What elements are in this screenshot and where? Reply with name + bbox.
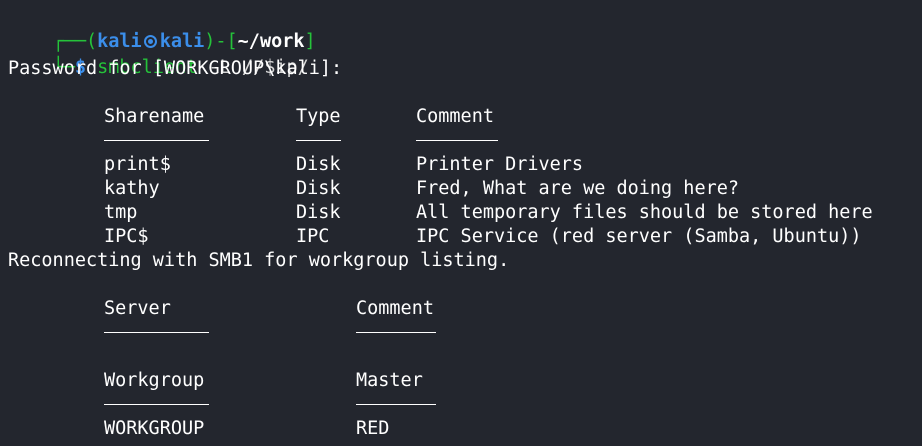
workgroup-master: RED (356, 418, 390, 439)
col-header-workgroup: Workgroup (104, 370, 205, 391)
prompt-line: ┌──(kali kali)-[~/work] (8, 6, 316, 52)
terminal-window[interactable]: ┌──(kali kali)-[~/work] └─$ smbclient -L … (0, 0, 922, 446)
share-type: Disk (296, 154, 341, 175)
share-comment: Fred, What are we doing here? (416, 178, 740, 199)
share-name: tmp (104, 202, 138, 223)
reconnect-message: Reconnecting with SMB1 for workgroup lis… (8, 250, 510, 271)
share-type: Disk (296, 178, 341, 199)
share-comment: All temporary files should be stored her… (416, 202, 873, 223)
share-type: Disk (296, 202, 341, 223)
share-type: IPC (296, 226, 330, 247)
underline-sharename (104, 140, 209, 141)
underline-type (296, 140, 341, 141)
share-comment: Printer Drivers (416, 154, 584, 175)
col-header-comment: Comment (416, 106, 494, 127)
underline-workgroup (104, 404, 209, 405)
underline-server-comment (356, 332, 436, 333)
share-name: print$ (104, 154, 171, 175)
share-comment: IPC Service (red server (Samba, Ubuntu)) (416, 226, 862, 247)
underline-server (104, 332, 209, 333)
col-header-master: Master (356, 370, 423, 391)
col-header-type: Type (296, 106, 341, 127)
share-name: IPC$ (104, 226, 149, 247)
workgroup-name: WORKGROUP (104, 418, 205, 439)
underline-master (356, 404, 436, 405)
col-header-server: Server (104, 298, 171, 319)
col-header-server-comment: Comment (356, 298, 434, 319)
underline-comment (416, 140, 498, 141)
share-name: kathy (104, 178, 160, 199)
command-line: └─$ smbclient -L //$ip/ (8, 32, 309, 78)
col-header-sharename: Sharename (104, 106, 205, 127)
password-prompt: Password for [WORKGROUP\kali]: (8, 58, 343, 79)
